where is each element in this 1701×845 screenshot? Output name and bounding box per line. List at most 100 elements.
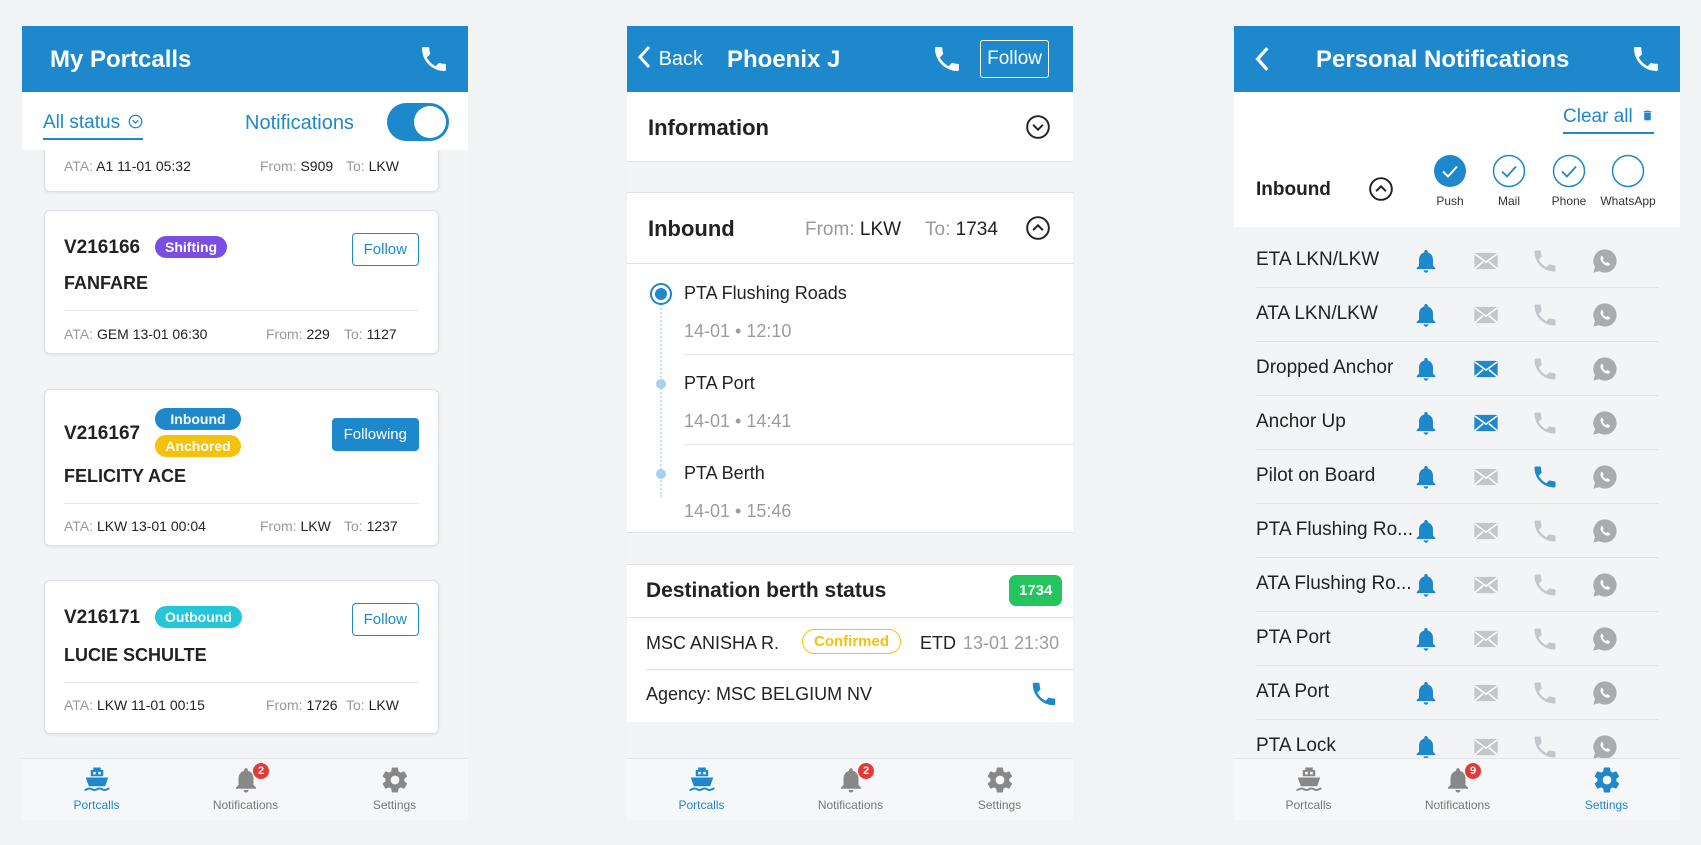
app-bar: My Portcalls [22, 26, 468, 92]
inbound-section: Inbound From: LKW To: 1734 PTA Flushing … [627, 192, 1073, 533]
tab-notifications[interactable]: 2 Notifications [776, 763, 925, 812]
portcall-card[interactable]: V216167 Inbound Anchored Following FELIC… [44, 389, 439, 546]
bell-icon[interactable] [1412, 517, 1440, 545]
divider [64, 503, 419, 504]
notification-event-label: ATA LKN/LKW [1256, 303, 1378, 324]
notifications-toggle[interactable] [387, 103, 449, 141]
status-badge-inbound: Inbound [155, 408, 241, 430]
phone-icon[interactable] [1531, 301, 1559, 329]
tab-portcalls[interactable]: Portcalls [1234, 765, 1383, 812]
channel-toggle-phone[interactable]: Phone [1539, 154, 1599, 208]
screen-my-portcalls: My Portcalls All status Notifications AT… [22, 26, 468, 820]
follow-button[interactable]: Follow [351, 233, 419, 266]
ship-icon [1294, 765, 1324, 795]
whatsapp-icon[interactable] [1591, 355, 1619, 383]
phone-icon[interactable] [1531, 409, 1559, 437]
channel-toggle-push[interactable]: Push [1420, 154, 1480, 208]
bell-icon[interactable] [1412, 409, 1440, 437]
tab-notifications[interactable]: 2 Notifications [171, 763, 320, 812]
phone-icon[interactable] [1531, 625, 1559, 653]
notification-count-badge: 9 [1465, 763, 1481, 779]
whatsapp-icon[interactable] [1591, 517, 1619, 545]
mail-icon[interactable] [1472, 355, 1500, 383]
bell-icon[interactable] [1412, 625, 1440, 653]
phone-icon[interactable] [1531, 517, 1559, 545]
bell-icon[interactable] [1412, 463, 1440, 491]
portcall-card[interactable]: V216171 Outbound Follow LUCIE SCHULTE AT… [44, 580, 439, 734]
clear-all-button[interactable]: Clear all [1563, 106, 1654, 134]
notification-row: ETA LKN/LKW [1256, 234, 1658, 288]
whatsapp-icon[interactable] [1591, 301, 1619, 329]
bell-icon[interactable] [1412, 301, 1440, 329]
tab-portcalls[interactable]: Portcalls [627, 765, 776, 812]
bell-icon[interactable] [1412, 247, 1440, 275]
filter-bar: All status Notifications [22, 92, 468, 150]
phone-icon[interactable] [1531, 247, 1559, 275]
whatsapp-icon[interactable] [1591, 463, 1619, 491]
notification-event-label: Anchor Up [1256, 411, 1346, 432]
mail-icon[interactable] [1472, 733, 1500, 758]
mail-icon[interactable] [1472, 463, 1500, 491]
whatsapp-icon[interactable] [1591, 625, 1619, 653]
bell-icon[interactable] [1412, 733, 1440, 758]
bell-icon[interactable] [1412, 679, 1440, 707]
tab-settings[interactable]: Settings [320, 765, 468, 812]
back-button[interactable]: Back [637, 45, 703, 71]
page-title: My Portcalls [50, 46, 192, 73]
following-button[interactable]: Following [331, 418, 419, 451]
whatsapp-icon[interactable] [1591, 733, 1619, 758]
chevron-up-circle-icon[interactable] [1368, 176, 1394, 202]
whatsapp-icon[interactable] [1591, 571, 1619, 599]
status-filter-dropdown[interactable]: All status [43, 112, 144, 140]
chevron-up-circle-icon[interactable] [1025, 215, 1051, 241]
follow-button[interactable]: Follow [980, 40, 1049, 78]
card-meta: ATA: GEM 13-01 06:30 From: 229 To: 1127 [64, 326, 397, 342]
portcall-card[interactable]: V216166 Shifting Follow FANFARE ATA: GEM… [44, 210, 439, 354]
status-badge-anchored: Anchored [155, 435, 241, 457]
bell-icon[interactable] [1412, 571, 1440, 599]
phone-icon[interactable] [1531, 733, 1559, 758]
mail-icon[interactable] [1472, 571, 1500, 599]
screen-personal-notifications: Personal Notifications Clear all Inbound… [1234, 26, 1680, 820]
whatsapp-icon[interactable] [1591, 247, 1619, 275]
chevron-down-circle-icon[interactable] [1025, 114, 1051, 140]
whatsapp-icon[interactable] [1591, 679, 1619, 707]
phone-icon[interactable] [1630, 43, 1662, 75]
mail-icon[interactable] [1472, 679, 1500, 707]
card-meta: ATA: LKW 13-01 00:04 From: LKW To: 1237 [64, 518, 398, 534]
phone-icon[interactable] [1029, 679, 1059, 709]
berth-number-badge: 1734 [1009, 575, 1063, 606]
portcall-card-partial[interactable]: ATA: A1 11-01 05:32 From: S909 To: LKW [44, 150, 439, 192]
tab-portcalls[interactable]: Portcalls [22, 765, 171, 812]
divider [627, 617, 1073, 618]
tab-settings[interactable]: Settings [1532, 765, 1680, 812]
mail-icon[interactable] [1472, 625, 1500, 653]
phone-icon[interactable] [1531, 355, 1559, 383]
phone-icon[interactable] [1531, 571, 1559, 599]
bell-icon[interactable] [1412, 355, 1440, 383]
channel-toggle-mail[interactable]: Mail [1479, 154, 1539, 208]
notification-count-badge: 2 [253, 763, 269, 779]
card-meta: ATA: LKW 11-01 00:15 From: 1726 To: LKW [64, 697, 399, 713]
timeline-event-name: PTA Berth [684, 463, 765, 483]
mail-icon[interactable] [1472, 409, 1500, 437]
follow-button[interactable]: Follow [351, 603, 419, 636]
phone-icon[interactable] [1531, 679, 1559, 707]
mail-icon[interactable] [1472, 301, 1500, 329]
tab-notifications[interactable]: 9 Notifications [1383, 763, 1532, 812]
portcall-list[interactable]: ATA: A1 11-01 05:32 From: S909 To: LKW V… [22, 150, 468, 758]
information-section[interactable]: Information [627, 92, 1073, 162]
mail-icon[interactable] [1472, 517, 1500, 545]
phone-icon[interactable] [931, 43, 963, 75]
mail-icon[interactable] [1472, 247, 1500, 275]
phone-icon[interactable] [418, 43, 450, 75]
whatsapp-icon[interactable] [1591, 409, 1619, 437]
back-chevron-icon[interactable] [1254, 46, 1272, 72]
divider [646, 669, 1073, 670]
timeline-dot [656, 379, 666, 389]
divider [684, 354, 1073, 355]
channel-toggle-whatsapp[interactable]: WhatsApp [1598, 154, 1658, 208]
tab-settings[interactable]: Settings [925, 765, 1073, 812]
phone-icon[interactable] [1531, 463, 1559, 491]
notification-row: Dropped Anchor [1256, 342, 1658, 396]
